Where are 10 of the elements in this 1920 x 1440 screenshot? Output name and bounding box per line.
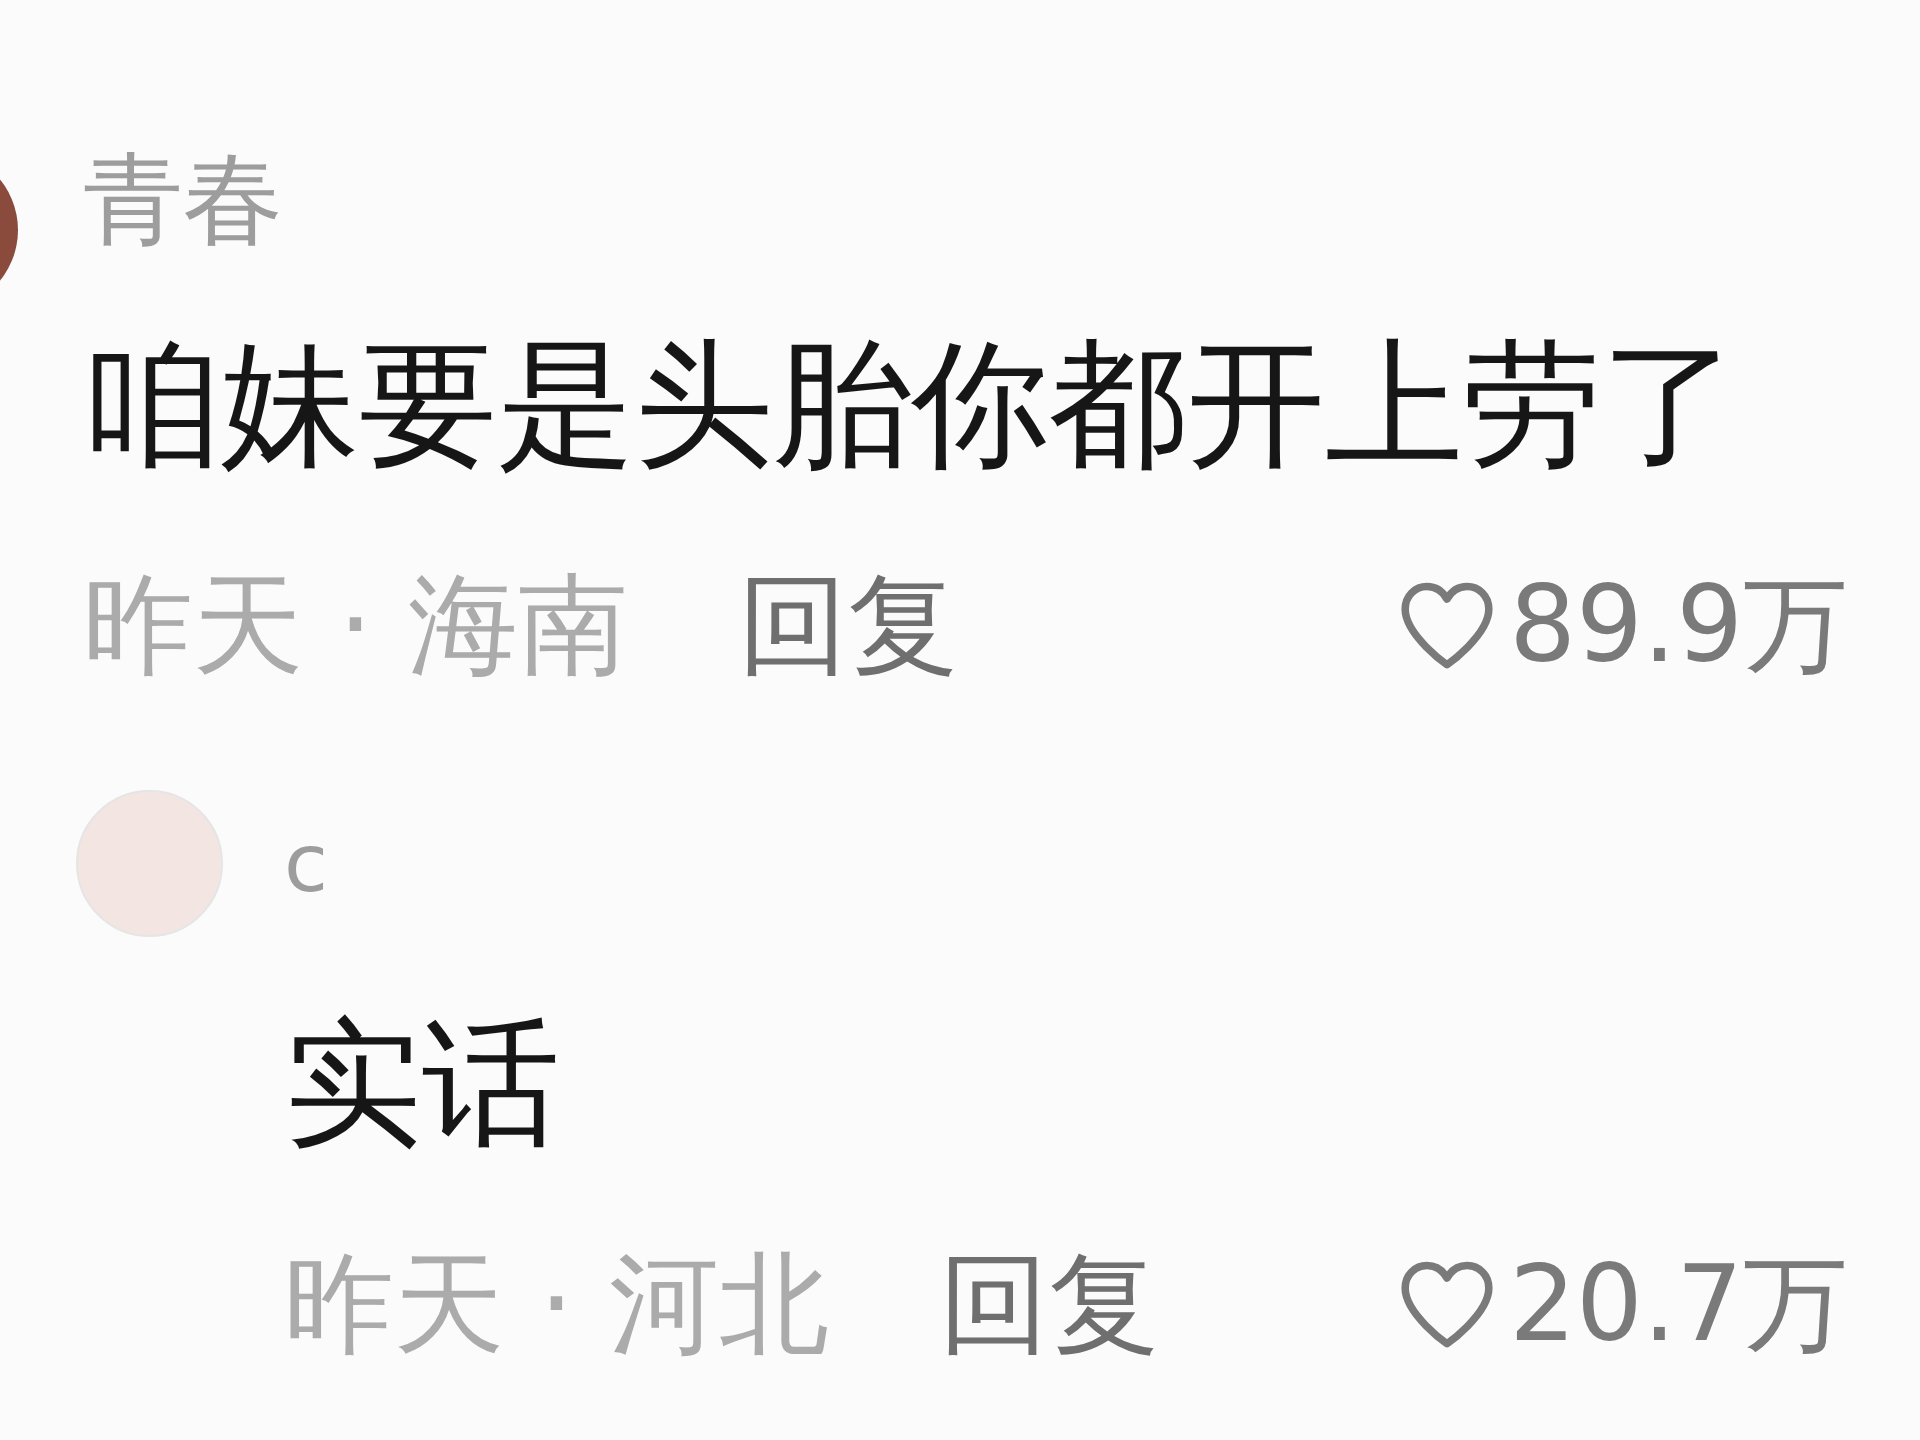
username[interactable]: c: [284, 814, 1920, 914]
comment-text: 实话: [284, 1002, 561, 1166]
time-location: 昨天 · 海南: [83, 560, 628, 690]
reply-button[interactable]: 回复: [737, 560, 958, 690]
like-count: 89.9万: [1509, 563, 1848, 688]
like-count: 20.7万: [1509, 1242, 1848, 1367]
username[interactable]: 青春: [83, 140, 1920, 260]
comment-text: 咱妹要是头胎你都开上劳了: [83, 323, 1740, 487]
reply-button[interactable]: 回复: [938, 1239, 1159, 1369]
time-location: 昨天 · 河北: [284, 1239, 829, 1369]
